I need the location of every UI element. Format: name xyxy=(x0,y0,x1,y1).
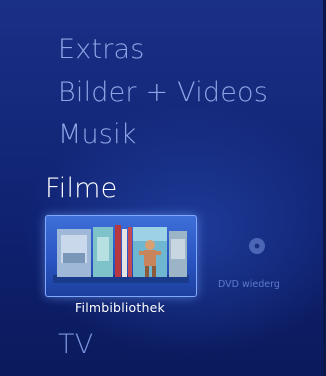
menu-item-tv[interactable]: TV xyxy=(58,329,93,360)
dvd-play-label: DVD wiederg xyxy=(218,279,280,290)
dvd-play-item[interactable]: DVD wiederg xyxy=(218,237,326,297)
menu-item-musik[interactable]: Musik xyxy=(58,119,137,150)
film-library-icon xyxy=(53,225,189,283)
dvd-disc-icon xyxy=(249,238,265,254)
menu-item-extras[interactable]: Extras xyxy=(58,34,145,65)
film-library-label: Filmbibliothek xyxy=(75,300,165,315)
film-library-tile[interactable] xyxy=(45,215,197,297)
menu-item-filme[interactable]: Filme xyxy=(45,173,117,204)
menu-item-bilder-videos[interactable]: Bilder + Videos xyxy=(58,77,268,108)
